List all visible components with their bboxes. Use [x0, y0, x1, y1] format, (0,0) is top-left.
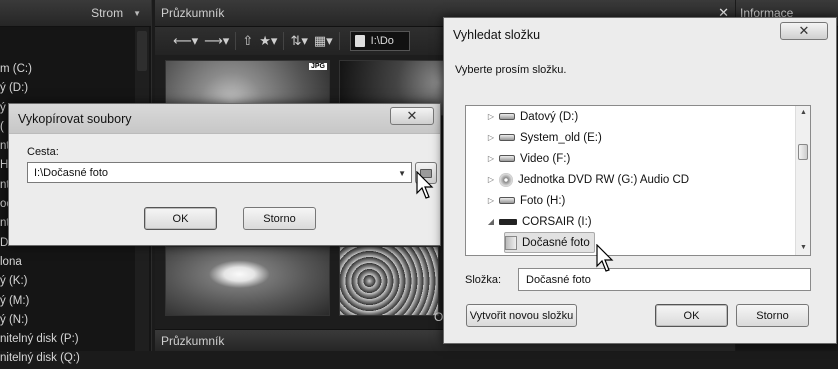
tree-node-selected-folder[interactable]: Dočasné foto [504, 232, 595, 253]
photo-thumbnail[interactable] [165, 246, 330, 316]
dialog-title: Vyhledat složku [453, 28, 541, 42]
tree-node-label: Datový (D:) [520, 110, 579, 123]
expand-arrow-icon[interactable]: ▷ [486, 196, 496, 205]
tree-scrollbar[interactable]: ▲ ▼ [795, 106, 810, 255]
cancel-button[interactable]: Storno [243, 207, 316, 230]
tree-node-drive-i[interactable]: ◢ CORSAIR (I:) [486, 211, 592, 232]
tree-item[interactable]: ý (M:) [0, 292, 151, 311]
folder-name-field[interactable]: Dočasné foto [518, 268, 811, 291]
dialog-prompt: Vyberte prosím složku. [455, 64, 567, 76]
forward-icon[interactable]: ⟶▾ [204, 33, 229, 49]
toolbar-divider [283, 32, 285, 50]
path-value: I:\Dočasné foto [34, 166, 108, 179]
jpg-badge: JPG [308, 63, 327, 70]
back-icon[interactable]: ⟵▾ [173, 33, 198, 49]
toolbar-divider [235, 32, 237, 50]
expand-arrow-icon[interactable]: ▷ [486, 112, 496, 121]
usb-drive-icon [499, 218, 517, 225]
cancel-button[interactable]: Storno [736, 304, 809, 327]
tree-node-drive-e[interactable]: ▷ System_old (E:) [486, 127, 602, 148]
close-button[interactable]: ✕ [780, 22, 828, 40]
new-folder-button[interactable]: Vytvořit novou složku [466, 304, 577, 327]
tree-item[interactable]: ý (D:) [0, 79, 151, 98]
close-icon: ✕ [798, 23, 810, 38]
hard-drive-icon [499, 134, 515, 141]
tree-node-drive-h[interactable]: ▷ Foto (H:) [486, 190, 565, 211]
path-label: Cesta: [27, 146, 59, 158]
tree-item[interactable]: lona [0, 253, 151, 272]
tree-node-drive-d[interactable]: ▷ Datový (D:) [486, 106, 578, 127]
expand-arrow-icon[interactable]: ▷ [486, 133, 496, 142]
tree-node-label: Dočasné foto [522, 236, 590, 249]
tree-item[interactable]: ý (K:) [0, 272, 151, 291]
explorer-title: Průzkumník [161, 6, 225, 20]
toolbar-divider [338, 32, 340, 50]
tree-item[interactable]: nitelný disk (P:) [0, 330, 151, 349]
status-text: O [434, 310, 444, 324]
folder-icon [354, 35, 365, 47]
photo-thumbnail[interactable] [339, 246, 439, 316]
left-panel-header: Strom ▼ [0, 0, 151, 27]
sort-icon[interactable]: ⇅▾ [290, 33, 307, 49]
tree-node-label: Jednotka DVD RW (G:) Audio CD [518, 173, 690, 186]
scrollbar-thumb[interactable] [798, 144, 808, 160]
copy-files-dialog: Vykopírovat soubory ✕ Cesta: I:\Dočasné … [8, 103, 441, 246]
folder-tree: ▷ Datový (D:) ▷ System_old (E:) ▷ Video … [465, 105, 811, 256]
dialog-titlebar: Vyhledat složku ✕ [444, 18, 836, 52]
dialog-title: Vykopírovat soubory [18, 111, 132, 126]
view-grid-icon[interactable]: ▦▾ [314, 33, 333, 49]
folder-label: Složka: [465, 274, 502, 286]
close-icon: ✕ [406, 108, 418, 123]
scrollbar-thumb[interactable] [137, 31, 147, 71]
expand-arrow-icon[interactable]: ▷ [486, 154, 496, 163]
chevron-down-icon[interactable]: ▼ [133, 9, 141, 18]
path-combobox[interactable]: I:\Dočasné foto ▼ [27, 162, 412, 183]
scroll-down-icon[interactable]: ▼ [796, 241, 810, 255]
dialog-titlebar: Vykopírovat soubory ✕ [9, 104, 440, 134]
browse-folder-dialog: Vyhledat složku ✕ Vyberte prosím složku.… [443, 17, 837, 344]
expand-arrow-icon[interactable]: ▷ [486, 175, 496, 184]
scroll-up-icon[interactable]: ▲ [796, 106, 810, 120]
folder-icon [505, 235, 517, 250]
hard-drive-icon [499, 155, 515, 162]
tree-item[interactable]: m (C:) [0, 60, 151, 79]
ok-button[interactable]: OK [144, 207, 217, 230]
tree-node-label: Video (F:) [520, 152, 571, 165]
explorer-path-field[interactable]: I:\Do [349, 31, 410, 51]
explorer-bottom-title: Průzkumník [161, 333, 225, 348]
left-panel-title: Strom [91, 6, 124, 20]
tree-node-drive-g[interactable]: ▷ Jednotka DVD RW (G:) Audio CD [486, 169, 689, 190]
hard-drive-icon [499, 113, 515, 120]
favorite-folder-icon[interactable]: ★▾ [259, 33, 277, 49]
folder-name-value: Dočasné foto [526, 273, 591, 286]
folder-up-icon[interactable]: ⇧ [242, 33, 253, 49]
collapse-arrow-icon[interactable]: ◢ [486, 217, 496, 226]
dvd-drive-icon [499, 172, 513, 187]
hard-drive-icon [499, 197, 515, 204]
chevron-down-icon[interactable]: ▼ [398, 169, 406, 178]
tree-node-label: System_old (E:) [520, 131, 602, 144]
tree-item[interactable]: nitelný disk (Q:) [0, 349, 151, 368]
tree-node-label: CORSAIR (I:) [522, 215, 592, 228]
tree-node-label: Foto (H:) [520, 194, 566, 207]
explorer-path-text: I:\Do [370, 35, 394, 47]
tree-node-drive-f[interactable]: ▷ Video (F:) [486, 148, 570, 169]
ok-button[interactable]: OK [655, 304, 728, 327]
tree-item[interactable]: ý (N:) [0, 311, 151, 330]
close-button[interactable]: ✕ [390, 107, 434, 125]
